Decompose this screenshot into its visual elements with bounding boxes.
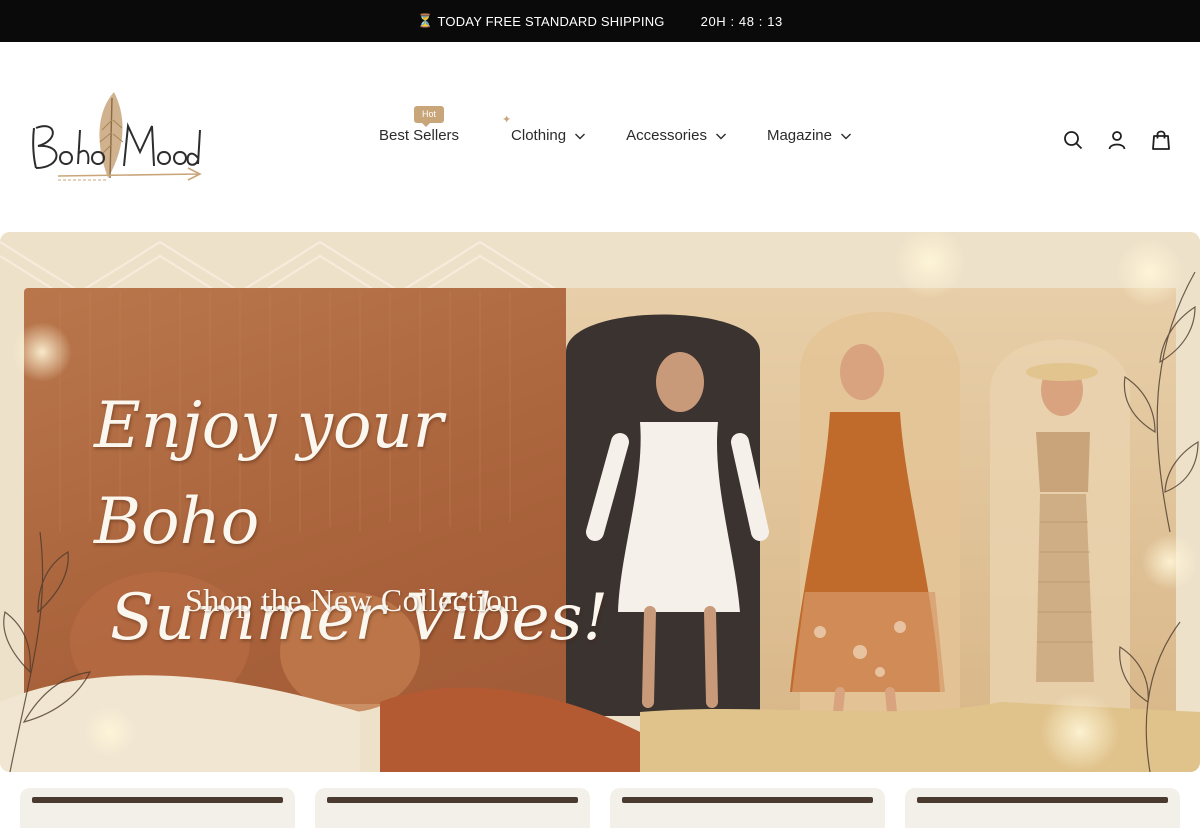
product-cards-row <box>20 788 1180 828</box>
nav-magazine-label: Magazine <box>766 127 832 144</box>
site-header: Hot Best Sellers ✦ Clothing Accessories … <box>0 42 1200 232</box>
hero-title: Enjoy your Boho Summer Vibes! <box>94 378 614 666</box>
sparkle-icon: ✦ <box>502 114 512 126</box>
product-card[interactable] <box>905 788 1180 828</box>
nav-accessories-label: Accessories <box>626 127 707 144</box>
chevron-down-icon <box>841 133 851 139</box>
header-actions <box>1062 129 1172 151</box>
logo[interactable] <box>28 90 208 185</box>
hourglass-icon: ⏳ <box>417 13 434 28</box>
product-card[interactable] <box>20 788 295 828</box>
logo-image <box>32 92 202 181</box>
nav-magazine[interactable]: Magazine <box>767 127 852 144</box>
product-image <box>622 797 873 803</box>
nav-best-sellers-label: Best Sellers <box>379 127 460 144</box>
nav-accessories[interactable]: Accessories <box>626 127 727 144</box>
product-image <box>327 797 578 803</box>
nav-clothing-label: Clothing <box>511 127 567 144</box>
main-nav: Hot Best Sellers ✦ Clothing Accessories … <box>379 106 852 144</box>
search-icon[interactable] <box>1062 129 1084 151</box>
hero-subtitle: Shop the New Collection <box>185 582 520 618</box>
nav-best-sellers[interactable]: Hot Best Sellers <box>379 106 460 144</box>
announcement-text: TODAY FREE STANDARD SHIPPING <box>437 13 665 29</box>
product-image <box>32 797 283 803</box>
product-card[interactable] <box>315 788 590 828</box>
hero-title-line-1: Enjoy your Boho <box>94 389 444 559</box>
announcement-message: ⏳ TODAY FREE STANDARD SHIPPING <box>417 13 665 29</box>
cart-icon[interactable] <box>1150 129 1172 151</box>
hot-badge: Hot <box>414 106 445 127</box>
account-icon[interactable] <box>1106 129 1128 151</box>
announcement-bar: ⏳ TODAY FREE STANDARD SHIPPING 20H : 48 … <box>0 0 1200 42</box>
product-image <box>917 797 1168 803</box>
product-card[interactable] <box>610 788 885 828</box>
chevron-down-icon <box>715 133 726 139</box>
nav-clothing[interactable]: ✦ Clothing <box>502 114 586 144</box>
hero-banner[interactable]: Enjoy your Boho Summer Vibes! Shop the N… <box>0 232 1200 772</box>
countdown-timer: 20H : 48 : 13 <box>700 13 783 29</box>
chevron-down-icon <box>575 133 586 139</box>
